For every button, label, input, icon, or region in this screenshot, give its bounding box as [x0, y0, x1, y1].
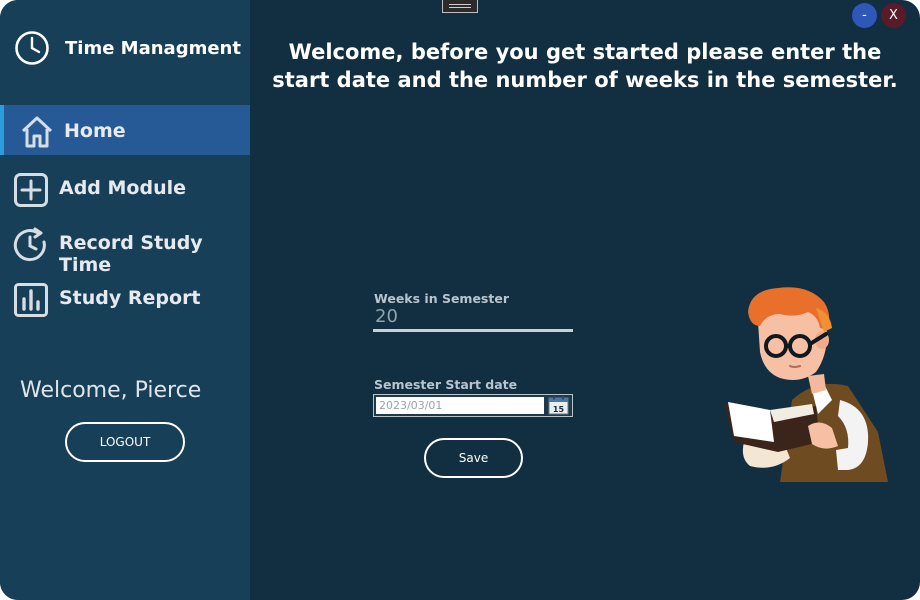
weeks-in-semester-input[interactable]: 20 — [375, 306, 398, 327]
app-header: Time Managment — [14, 30, 241, 66]
save-button[interactable]: Save — [424, 438, 523, 478]
start-date-input[interactable]: 2023/03/01 — [376, 397, 544, 414]
sidebar-item-label: Home — [64, 120, 126, 142]
weeks-in-semester-label: Weeks in Semester — [374, 291, 509, 306]
home-icon — [21, 116, 53, 148]
clock-refresh-icon — [13, 227, 46, 262]
semester-start-date-label: Semester Start date — [374, 377, 518, 392]
sidebar-item-label: Record Study Time — [59, 232, 203, 276]
plus-square-icon — [14, 173, 48, 207]
sidebar-item-label: Study Report — [59, 287, 201, 309]
reading-student-illustration — [724, 287, 888, 482]
sidebar-item-add-module[interactable]: Add Module — [0, 164, 250, 214]
semester-start-date-picker: 2023/03/01 15 — [373, 394, 573, 417]
sidebar-item-record-study-time[interactable]: Record Study Time — [0, 219, 250, 276]
clock-icon — [15, 31, 49, 65]
calendar-icon[interactable]: 15 — [548, 396, 569, 415]
welcome-user-text: Welcome, Pierce — [20, 378, 202, 403]
bar-chart-icon — [14, 283, 48, 317]
calendar-day-number: 15 — [553, 405, 565, 414]
app-window: Time Managment Home Add Module Record St… — [0, 0, 920, 600]
page-headline: Welcome, before you get started please e… — [272, 40, 898, 92]
minimize-button[interactable]: - — [852, 3, 877, 28]
logout-button[interactable]: LOGOUT — [65, 422, 185, 462]
close-button[interactable]: X — [881, 3, 906, 28]
sidebar-item-study-report[interactable]: Study Report — [0, 274, 250, 324]
drag-handle[interactable] — [442, 0, 478, 13]
app-title: Time Managment — [65, 37, 241, 59]
sidebar-item-home[interactable]: Home — [0, 105, 250, 155]
sidebar: Time Managment Home Add Module Record St… — [0, 0, 250, 600]
sidebar-item-label: Add Module — [59, 177, 187, 199]
weeks-input-underline — [373, 329, 573, 332]
